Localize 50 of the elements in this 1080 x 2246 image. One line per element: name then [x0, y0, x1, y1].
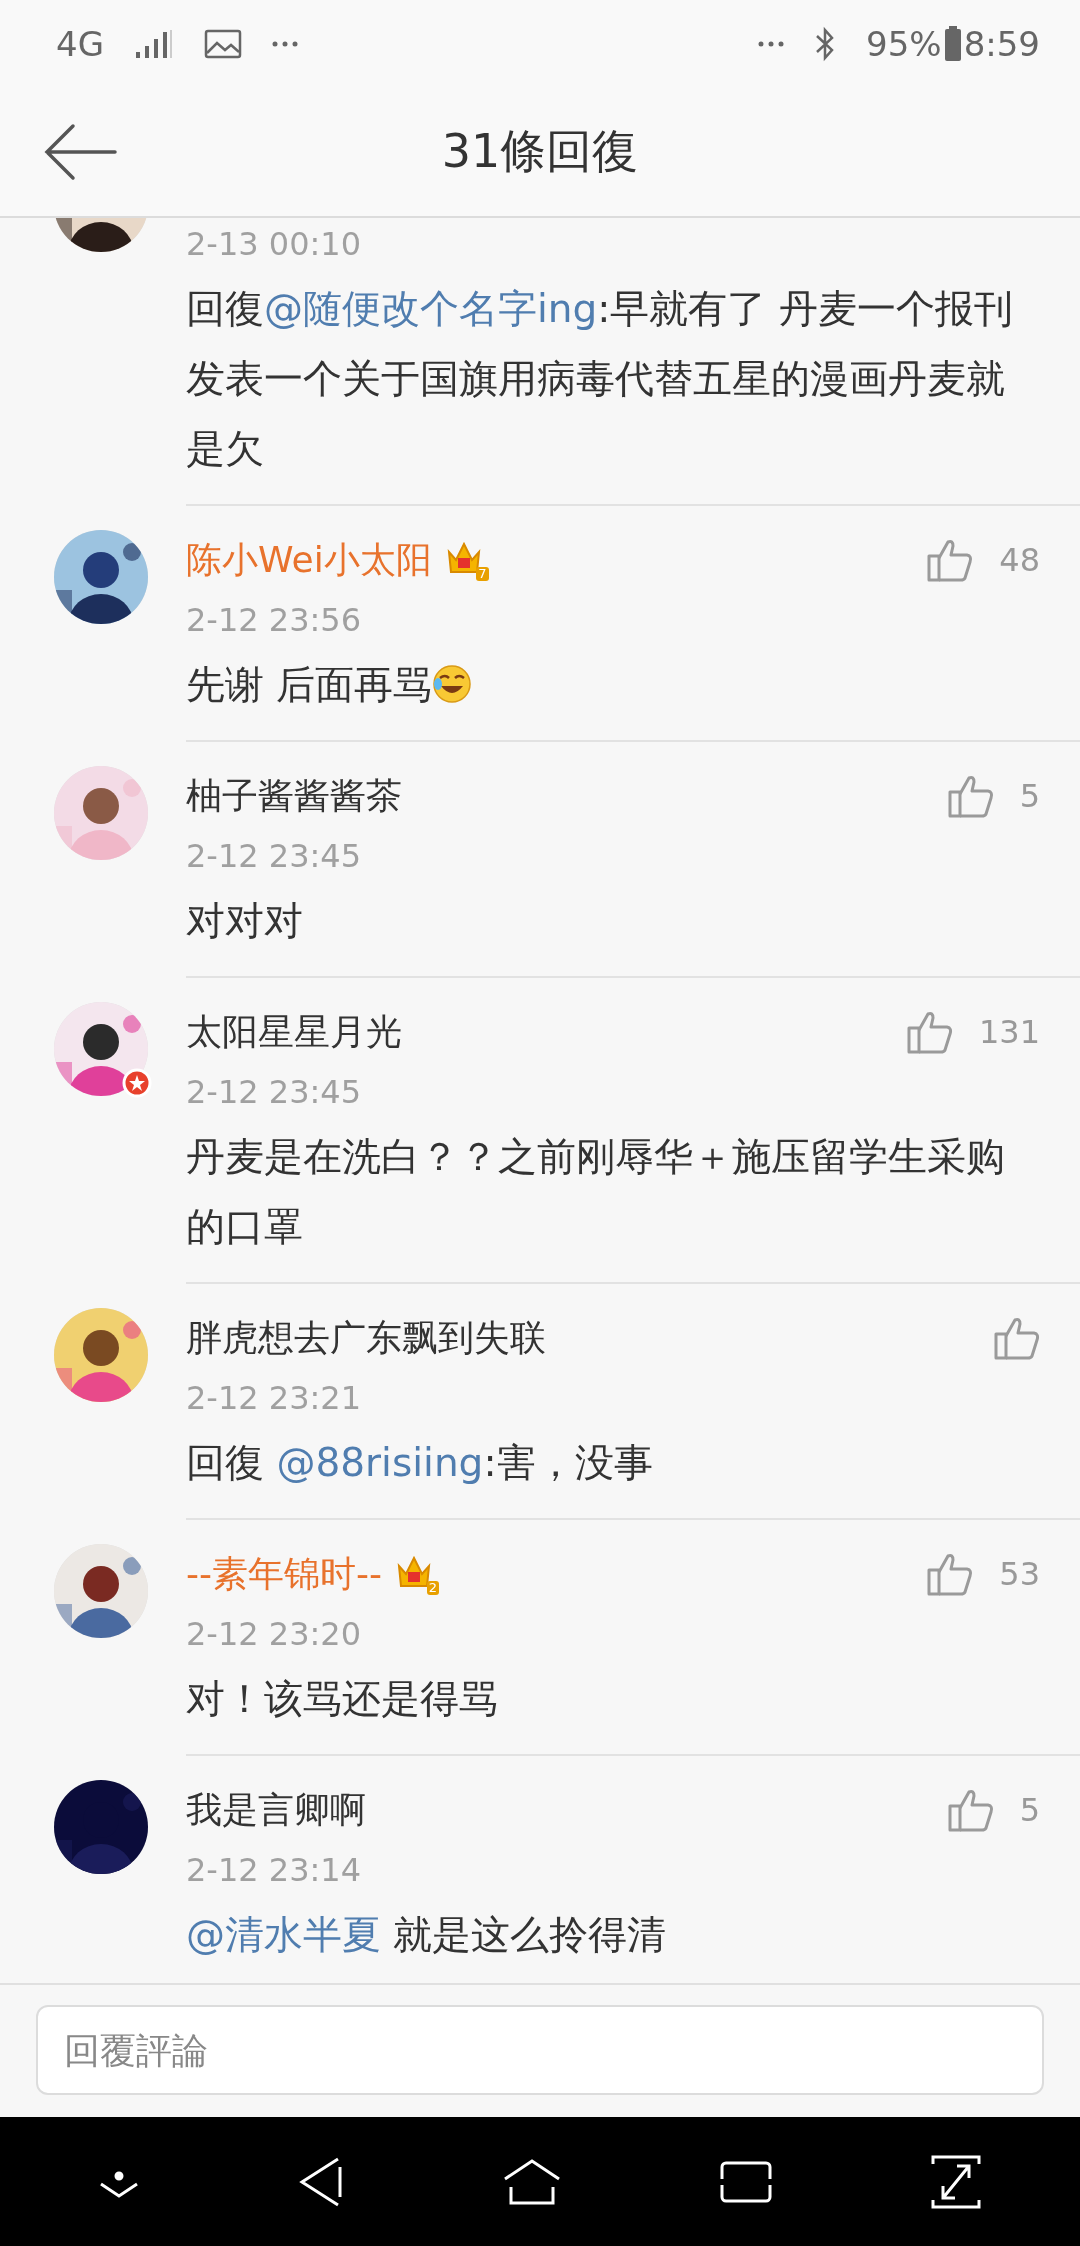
- like-button[interactable]: [994, 1316, 1040, 1360]
- user-name[interactable]: 太阳星星月光: [186, 1007, 402, 1057]
- user-name[interactable]: --素年锦时--: [186, 1549, 382, 1599]
- laughing-emoji-icon: [432, 664, 473, 704]
- back-nav-icon[interactable]: [298, 2156, 345, 2207]
- comment-time: 2-13 00:10: [186, 224, 362, 265]
- like-button[interactable]: 131: [906, 1010, 1040, 1054]
- page-title: 31條回復: [441, 123, 639, 180]
- thumbs-up-icon: [947, 774, 994, 818]
- like-button[interactable]: 5: [947, 774, 1040, 818]
- comment-time: 2-12 23:56: [186, 600, 362, 641]
- clock: 8:59: [963, 24, 1040, 64]
- network-indicator: 4G: [56, 24, 104, 64]
- thumbs-up-icon: [947, 1788, 994, 1832]
- signal-icon: [134, 28, 174, 60]
- thumbs-up-icon: [906, 1010, 953, 1054]
- comment-time: 2-12 23:14: [186, 1850, 362, 1891]
- user-name[interactable]: 胖虎想去广东飘到失联: [186, 1313, 546, 1363]
- recent-apps-icon[interactable]: [719, 2160, 772, 2203]
- user-name[interactable]: 柚子酱酱酱茶: [186, 771, 402, 821]
- comment-text: 丹麦是在洗白？？之前刚辱华＋施压留学生采购的口罩: [186, 1133, 1006, 1251]
- thumbs-up-icon: [927, 1552, 974, 1596]
- comment-text: @清水半夏 就是这么拎得清: [186, 1911, 668, 1959]
- user-name[interactable]: 陈小Wei小太阳: [186, 535, 432, 585]
- mention-link[interactable]: @随便改个名字ing: [264, 286, 598, 331]
- more-icon: [758, 40, 785, 48]
- comment-text: 回復@随便改个名字ing:早就有了 丹麦一个报刊发表一个关于国旗用病毒代替五星的漫画丹麦就是欠: [186, 285, 1014, 473]
- user-name[interactable]: 我是言卿啊: [186, 1785, 366, 1835]
- expand-icon[interactable]: [930, 2153, 981, 2210]
- battery-icon: [943, 26, 962, 62]
- comment-text: 先谢 后面再骂: [186, 650, 1040, 722]
- thumbs-up-icon: [927, 538, 974, 582]
- reply-input-field[interactable]: 回覆評論: [36, 2005, 1044, 2095]
- like-button[interactable]: 53: [927, 1552, 1040, 1596]
- comment-time: 2-12 23:45: [186, 1072, 362, 1113]
- more-icon: [272, 40, 298, 48]
- battery-level: 95%: [866, 24, 942, 64]
- comment-time: 2-12 23:20: [186, 1614, 362, 1655]
- mention-link[interactable]: @88risiing: [276, 1440, 484, 1485]
- mention-link[interactable]: @清水半夏: [186, 1912, 381, 1957]
- comment-time: 2-12 23:45: [186, 836, 362, 877]
- home-icon[interactable]: [503, 2158, 561, 2205]
- thumbs-up-icon: [994, 1316, 1040, 1360]
- like-button[interactable]: 5: [947, 1788, 1040, 1832]
- image-icon: [204, 28, 242, 60]
- comment-time: 2-12 23:21: [186, 1378, 362, 1419]
- like-button[interactable]: 48: [927, 538, 1040, 582]
- comment-text: 回復 @88risiing:害，没事: [186, 1439, 654, 1487]
- comment-text: 对对对: [186, 897, 304, 945]
- comment-text: 对！该骂还是得骂: [186, 1675, 499, 1723]
